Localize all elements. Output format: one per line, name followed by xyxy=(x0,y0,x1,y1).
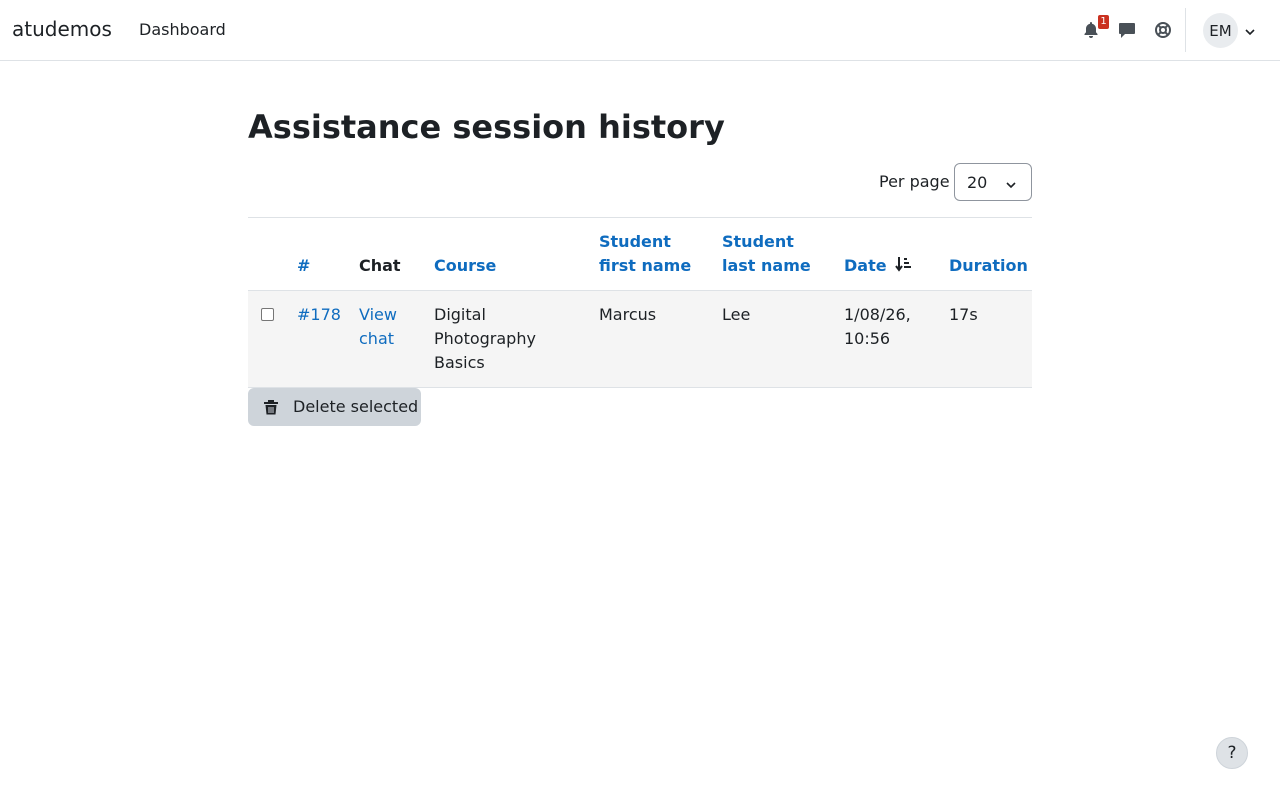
delete-selected-label: Delete selected xyxy=(293,397,419,416)
course-cell: Digital Photography Basics xyxy=(434,305,536,372)
lifebuoy-icon[interactable] xyxy=(1153,20,1173,40)
navbar-divider xyxy=(1185,8,1186,52)
column-header-id[interactable]: # xyxy=(297,254,310,278)
chat-bubble-icon[interactable] xyxy=(1117,20,1137,40)
column-header-duration[interactable]: Duration xyxy=(949,254,1028,278)
delete-selected-button[interactable]: Delete selected xyxy=(248,388,421,426)
last-name-cell: Lee xyxy=(722,305,751,324)
user-avatar[interactable]: EM xyxy=(1203,13,1238,48)
trash-icon xyxy=(263,399,279,415)
session-history-table: # Chat Course Student first name Student… xyxy=(248,217,1032,388)
table-row: #178 View chat Digital Photography Basic… xyxy=(248,291,1032,388)
column-header-course[interactable]: Course xyxy=(434,254,496,278)
column-header-last-name[interactable]: Student last name xyxy=(722,230,832,278)
column-header-chat: Chat xyxy=(359,256,401,275)
sort-descending-icon xyxy=(895,255,913,279)
view-chat-link[interactable]: View chat xyxy=(359,303,419,351)
top-navbar: atudemos Dashboard 1 EM xyxy=(0,0,1280,61)
per-page-value: 20 xyxy=(967,173,988,192)
duration-cell: 17s xyxy=(949,305,978,324)
table-header: # Chat Course Student first name Student… xyxy=(248,217,1032,291)
nav-link-dashboard[interactable]: Dashboard xyxy=(139,20,226,39)
chevron-down-icon[interactable] xyxy=(1244,24,1256,36)
per-page-select[interactable]: 20 xyxy=(954,163,1032,201)
column-header-date[interactable]: Date xyxy=(844,254,913,279)
session-id-link[interactable]: #178 xyxy=(297,303,341,327)
column-header-date-label: Date xyxy=(844,256,887,275)
column-header-first-name[interactable]: Student first name xyxy=(599,230,709,278)
row-select-checkbox[interactable] xyxy=(261,308,274,321)
first-name-cell: Marcus xyxy=(599,305,657,324)
chevron-down-icon xyxy=(1005,177,1017,189)
help-button[interactable]: ? xyxy=(1216,737,1248,769)
date-cell: 1/08/26, 10:56 xyxy=(844,305,911,348)
notification-badge: 1 xyxy=(1098,15,1109,29)
page-title: Assistance session history xyxy=(248,108,725,146)
site-brand[interactable]: atudemos xyxy=(12,17,112,41)
per-page-label: Per page xyxy=(879,172,950,191)
